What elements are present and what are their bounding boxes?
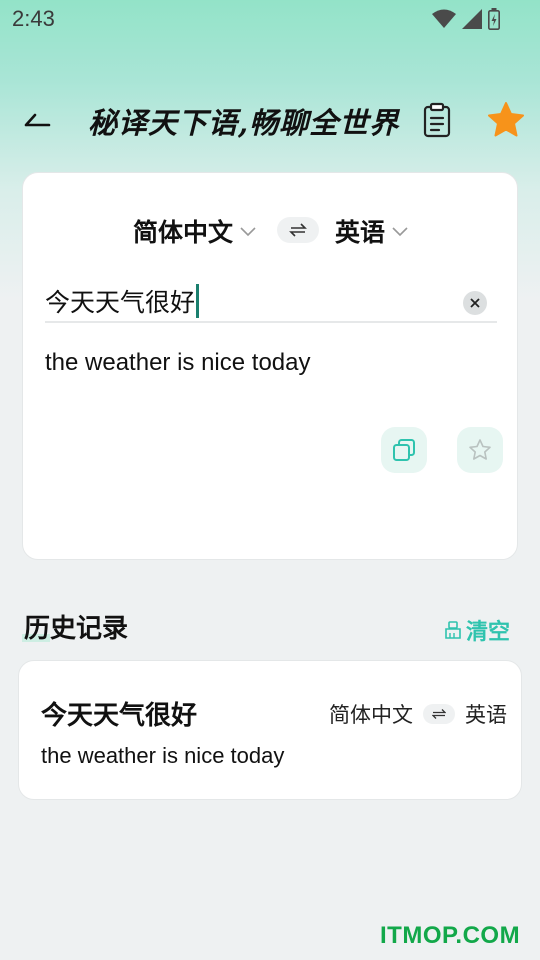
chevron-down-icon [240, 227, 256, 237]
translator-card: 简体中文 英语 今天天气很好 the weather is nice today [22, 172, 518, 560]
back-button[interactable] [20, 104, 54, 134]
broom-icon [445, 621, 461, 639]
app-title: 秘译天下语,畅聊全世界 [88, 106, 400, 140]
copy-icon [393, 439, 415, 461]
battery-icon [488, 8, 500, 30]
target-language-select[interactable]: 英语 [335, 213, 409, 249]
history-item-target-lang: 英语 [465, 703, 507, 727]
history-item[interactable]: 今天天气很好 简体中文 英语 the weather is nice today [18, 660, 522, 800]
clear-icon [470, 298, 480, 308]
back-arrow-icon [24, 113, 51, 127]
clipboard-icon [423, 102, 451, 138]
star-filled-icon [488, 102, 524, 137]
history-item-source: 今天天气很好 [41, 701, 198, 731]
wifi-icon [432, 9, 456, 28]
source-language-label: 简体中文 [133, 218, 234, 247]
source-language-select[interactable]: 简体中文 [133, 213, 257, 249]
history-item-languages: 简体中文 英语 [329, 699, 507, 729]
copy-button[interactable] [381, 427, 427, 473]
status-bar: 2:43 [0, 0, 540, 40]
translation-result: the weather is nice today [45, 349, 311, 376]
text-caret [196, 284, 200, 318]
star-outline-icon [469, 439, 491, 460]
language-selector-row: 简体中文 英语 [23, 213, 519, 249]
clear-input-button[interactable] [463, 291, 487, 315]
history-item-translation: the weather is nice today [41, 743, 285, 768]
swap-languages-button[interactable] [277, 217, 319, 243]
source-text-value[interactable]: 今天天气很好 [45, 283, 195, 319]
source-text-input[interactable]: 今天天气很好 [45, 281, 497, 323]
watermark: ITMOP.COM [380, 922, 521, 949]
swap-icon [289, 223, 307, 237]
add-favorite-button[interactable] [457, 427, 503, 473]
favorites-button[interactable] [486, 100, 526, 140]
target-language-label: 英语 [335, 218, 386, 247]
status-icons [432, 8, 500, 30]
swap-icon [423, 704, 455, 724]
history-button[interactable] [420, 102, 454, 138]
history-section-title: 历史记录 [21, 608, 128, 645]
clear-history-button[interactable]: 清空 [444, 614, 510, 646]
chevron-down-icon [392, 227, 408, 237]
signal-icon [462, 9, 482, 29]
history-item-source-lang: 简体中文 [329, 703, 413, 727]
status-time: 2:43 [12, 6, 55, 31]
app-header: 秘译天下语,畅聊全世界 [0, 92, 540, 148]
clear-history-label: 清空 [466, 620, 511, 645]
